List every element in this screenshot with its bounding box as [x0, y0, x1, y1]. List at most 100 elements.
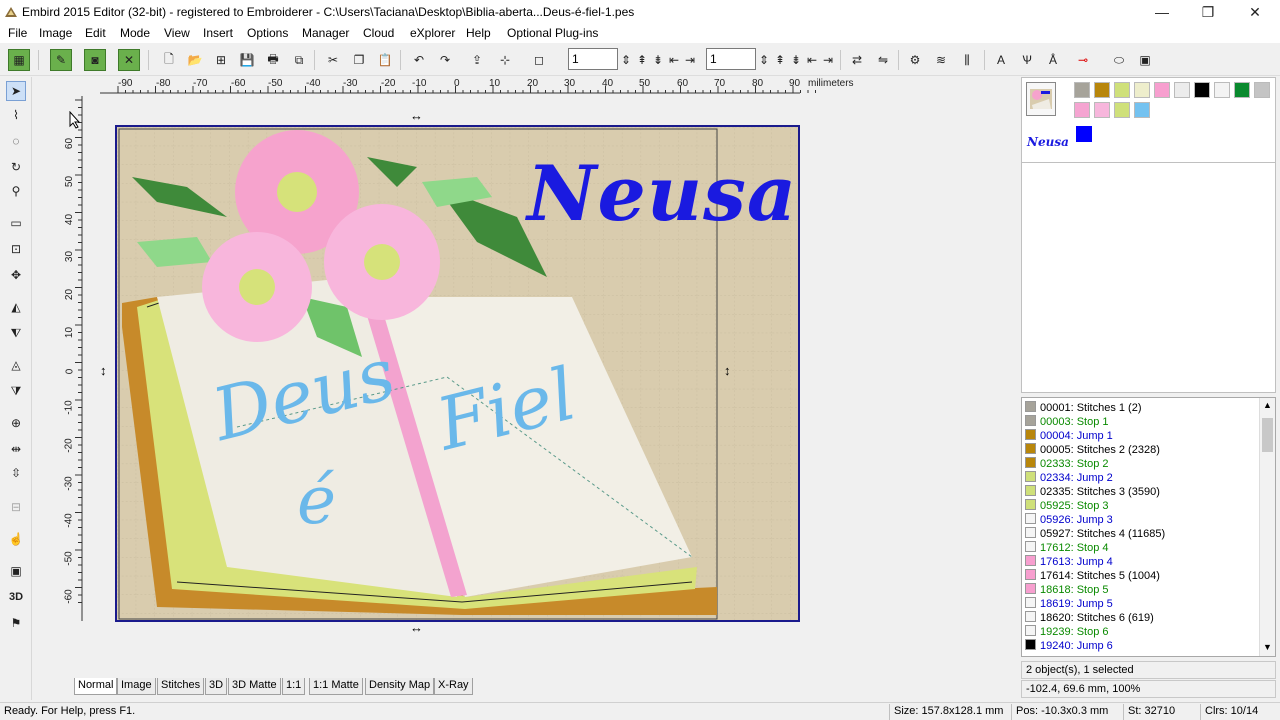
minimize-button[interactable]: —	[1139, 0, 1185, 24]
stitch-list-row[interactable]: 18619: Jump 5	[1025, 597, 1113, 611]
stitch-list-row[interactable]: 18620: Stitches 6 (619)	[1025, 611, 1154, 625]
stitch-list-row[interactable]: 00005: Stitches 2 (2328)	[1025, 443, 1160, 457]
tab-1-1-matte[interactable]: 1:1 Matte	[309, 678, 363, 695]
insert-file-icon[interactable]: ⊞	[210, 49, 232, 71]
hoop-shape-icon[interactable]: ⬭	[1108, 49, 1130, 71]
step-forward-2-icon[interactable]: ⇟	[788, 49, 804, 71]
view-3d-icon[interactable]: 3D	[6, 587, 26, 607]
object-color-swatch[interactable]	[1076, 126, 1092, 142]
free-select-icon[interactable]: ◌	[6, 131, 26, 151]
palette-swatch-9[interactable]	[1234, 82, 1250, 98]
menu-options[interactable]: Options	[247, 26, 288, 40]
rotate-tool-icon[interactable]: ↻	[6, 157, 26, 177]
maximize-button[interactable]: ❐	[1185, 0, 1231, 24]
palette-swatch-13[interactable]	[1114, 102, 1130, 118]
align-horizontal-icon[interactable]: ⇹	[6, 439, 26, 459]
palette-swatch-1[interactable]	[1074, 82, 1090, 98]
step-fast-back-icon[interactable]: ⇤	[666, 49, 682, 71]
design-canvas[interactable]: Neusa Deus é Fiel	[115, 125, 800, 622]
preview-icon[interactable]: ▣	[6, 561, 26, 581]
scroll-down-icon[interactable]: ▼	[1263, 642, 1272, 652]
resize-handle-left[interactable]: ↕	[100, 363, 107, 378]
undo-icon[interactable]: ↶	[408, 49, 430, 71]
stitch-list-row[interactable]: 00001: Stitches 1 (2)	[1025, 401, 1142, 415]
scroll-up-icon[interactable]: ▲	[1263, 400, 1272, 410]
arrange-icon[interactable]: ⇪	[466, 49, 488, 71]
menu-optional-plugins[interactable]: Optional Plug-ins	[507, 26, 598, 40]
redo-icon[interactable]: ↷	[434, 49, 456, 71]
plugin-icon[interactable]: ▣	[1134, 49, 1156, 71]
object-list-area[interactable]	[1021, 163, 1276, 393]
font-icon[interactable]: Å	[1042, 49, 1064, 71]
step-back-icon[interactable]: ⇞	[634, 49, 650, 71]
rectangle-select-icon[interactable]: ▭	[6, 213, 26, 233]
stitch-list-row[interactable]: 05925: Stop 3	[1025, 499, 1109, 513]
stitch-list-row[interactable]: 17612: Stop 4	[1025, 541, 1109, 555]
camera-icon[interactable]: ◙	[84, 49, 106, 71]
tab-normal[interactable]: Normal	[74, 678, 118, 695]
save-icon[interactable]: 💾	[236, 49, 258, 71]
step-forward-icon[interactable]: ⇟	[650, 49, 666, 71]
print-icon[interactable]: 🖶	[262, 49, 284, 71]
new-file-icon[interactable]: 🗋	[158, 49, 180, 71]
key-icon[interactable]: ⊸	[1072, 49, 1094, 71]
mirror-horizontal-icon[interactable]: ◭	[6, 297, 26, 317]
resize-tool-icon[interactable]: ⊡	[6, 239, 26, 259]
palette-swatch-12[interactable]	[1094, 102, 1110, 118]
palette-swatch-6[interactable]	[1174, 82, 1190, 98]
pointer-tool-icon[interactable]: ➤	[6, 81, 26, 101]
menu-insert[interactable]: Insert	[203, 26, 233, 40]
palette-swatch-7[interactable]	[1194, 82, 1210, 98]
stitch-length-icon[interactable]: ⫼	[956, 49, 978, 71]
design-thumbnail-icon[interactable]	[1026, 82, 1056, 116]
menu-explorer[interactable]: eXplorer	[410, 26, 455, 40]
step-back-2-icon[interactable]: ⇞	[772, 49, 788, 71]
palette-swatch-11[interactable]	[1074, 102, 1090, 118]
menu-file[interactable]: File	[8, 26, 27, 40]
stitch-from-field[interactable]	[568, 48, 618, 70]
align-vertical-icon[interactable]: ⇳	[6, 463, 26, 483]
menu-manager[interactable]: Manager	[302, 26, 349, 40]
resize-handle-bottom[interactable]: ↔	[410, 620, 423, 635]
palette-swatch-3[interactable]	[1114, 82, 1130, 98]
menu-help[interactable]: Help	[466, 26, 491, 40]
step-fast-forward-icon[interactable]: ⇥	[682, 49, 698, 71]
skew-horizontal-icon[interactable]: ◬	[6, 355, 26, 375]
stitch-to-field[interactable]	[706, 48, 756, 70]
stitch-list-row[interactable]: 05927: Stitches 4 (11685)	[1025, 527, 1165, 541]
stitch-list-row[interactable]: 00003: Stop 1	[1025, 415, 1109, 429]
stitch-list-row[interactable]: 17614: Stitches 5 (1004)	[1025, 569, 1160, 583]
resize-handle-top[interactable]: ↔	[410, 108, 423, 123]
tab-1-1[interactable]: 1:1	[282, 678, 306, 695]
resize-handle-right[interactable]: ↕	[724, 363, 731, 378]
menu-edit[interactable]: Edit	[85, 26, 106, 40]
stitch-list-scrollbar[interactable]: ▲ ▼	[1259, 398, 1275, 656]
cut-icon[interactable]: ✂	[322, 49, 344, 71]
stitch-list-row[interactable]: 02334: Jump 2	[1025, 471, 1113, 485]
stitch-list-row[interactable]: 02333: Stop 2	[1025, 457, 1109, 471]
close-button[interactable]: ✕	[1232, 0, 1278, 24]
open-file-icon[interactable]: 📂	[184, 49, 206, 71]
simulator-icon[interactable]: ⚑	[6, 613, 26, 633]
spin-up-down-icon[interactable]: ⇕	[620, 49, 632, 71]
monogram-icon[interactable]: Ѱ	[1016, 49, 1038, 71]
menu-mode[interactable]: Mode	[120, 26, 150, 40]
transform-icon[interactable]: ✕	[118, 49, 140, 71]
palette-swatch-4[interactable]	[1134, 82, 1150, 98]
palette-swatch-2[interactable]	[1094, 82, 1110, 98]
stitch-list-row[interactable]: 18618: Stop 5	[1025, 583, 1109, 597]
object-label[interactable]: Neusa	[1027, 135, 1069, 149]
move-tool-icon[interactable]: ✥	[6, 265, 26, 285]
stitch-list-row[interactable]: 00004: Jump 1	[1025, 429, 1113, 443]
join-icon[interactable]: ⇋	[872, 49, 894, 71]
center-icon[interactable]: ⊕	[6, 413, 26, 433]
palette-swatch-8[interactable]	[1214, 82, 1230, 98]
density-icon[interactable]: ≋	[930, 49, 952, 71]
tab-stitches[interactable]: Stitches	[157, 678, 205, 695]
stop-icon[interactable]: ◻	[528, 49, 550, 71]
paste-icon[interactable]: 📋	[374, 49, 396, 71]
menu-view[interactable]: View	[164, 26, 190, 40]
palette-swatch-14[interactable]	[1134, 102, 1150, 118]
disabled-tool-icon[interactable]: ⊟	[6, 497, 26, 517]
zoom-tool-icon[interactable]: ⚲	[6, 181, 26, 201]
